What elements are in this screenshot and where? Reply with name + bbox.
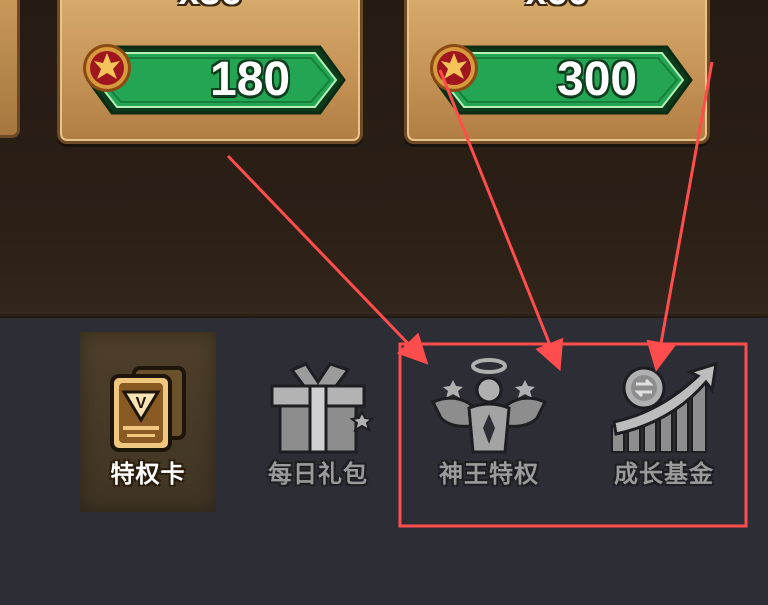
- vip-card-icon: V: [110, 366, 186, 452]
- phoenix-coin-icon: [83, 44, 131, 92]
- gift-box-icon: [270, 362, 375, 454]
- tab-growth-fund[interactable]: 成长基金: [596, 332, 732, 512]
- tab-label: 每日礼包: [268, 460, 368, 488]
- phoenix-coin-icon: [430, 44, 478, 92]
- pack-quantity: x36: [60, 0, 360, 14]
- buy-button[interactable]: 300: [429, 43, 697, 117]
- shop-area: x36 180 x60: [0, 0, 768, 318]
- tab-label: 成长基金: [614, 460, 714, 488]
- growth-fund-icon: [611, 362, 718, 453]
- tab-god-king-privilege[interactable]: 神王特权: [421, 332, 557, 512]
- tab-daily-gift[interactable]: 每日礼包: [250, 332, 386, 512]
- angel-icon: [430, 358, 548, 454]
- buy-button[interactable]: 180: [82, 43, 350, 117]
- tab-privilege-card[interactable]: V 特权卡: [80, 332, 216, 512]
- shop-card[interactable]: x36 180: [57, 0, 363, 144]
- shop-card-partial[interactable]: [0, 0, 20, 138]
- price-label: 300: [557, 53, 638, 106]
- price-label: 180: [210, 53, 291, 106]
- svg-text:V: V: [136, 395, 147, 412]
- shop-card[interactable]: x60 300: [404, 0, 710, 144]
- pack-quantity: x60: [407, 0, 707, 14]
- tab-label: 神王特权: [439, 460, 539, 488]
- tab-label: 特权卡: [110, 460, 186, 488]
